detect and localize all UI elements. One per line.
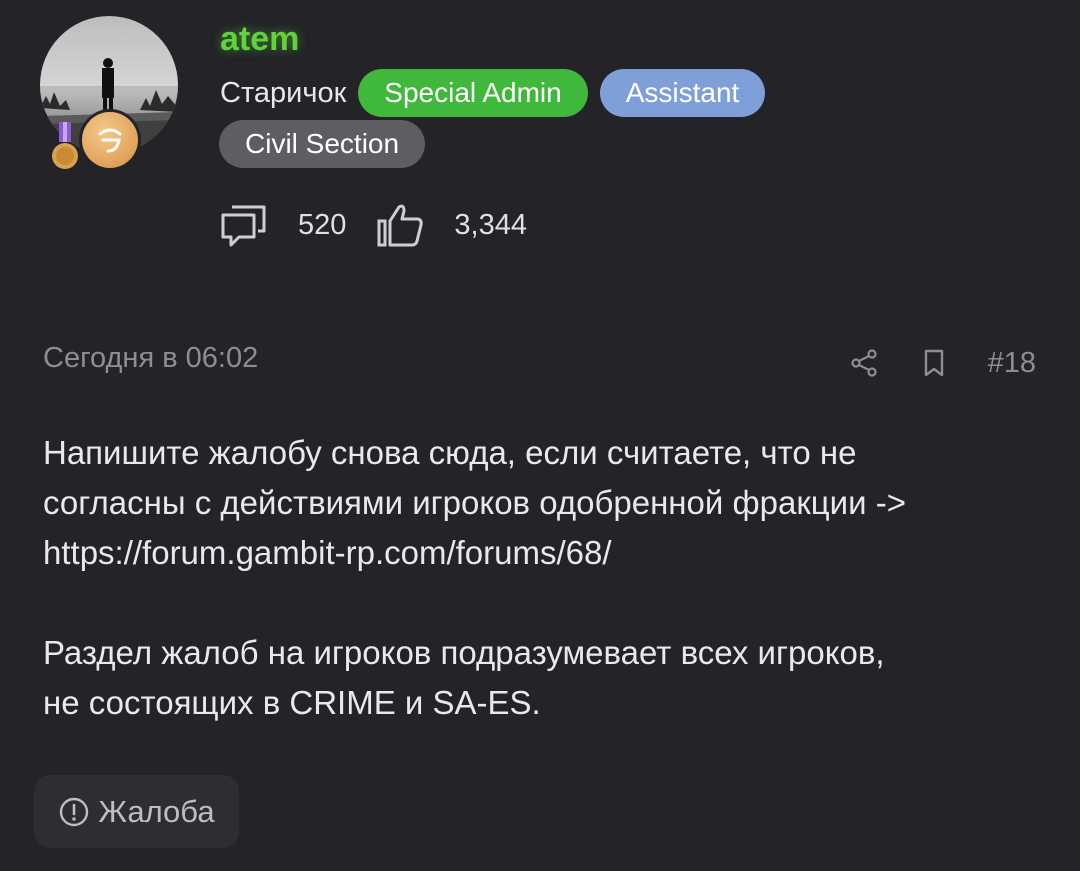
user-stats: 520 3,344: [218, 198, 527, 252]
forum-post: atem Старичок Special Admin Assistant Ci…: [0, 0, 1080, 871]
user-rank-title: Старичок: [220, 76, 347, 109]
avatar-block: [40, 16, 180, 169]
thumbs-up-icon: [374, 201, 426, 249]
gambit-logo-icon: [82, 112, 138, 168]
post-number[interactable]: #18: [988, 347, 1036, 380]
medal-icon: [50, 122, 80, 172]
bookmark-icon[interactable]: [922, 348, 946, 378]
post-actions: #18: [850, 338, 1036, 388]
alert-circle-icon: [58, 796, 90, 828]
report-label: Жалоба: [98, 793, 215, 829]
post-text-line: Напишите жалобу снова сюда, если считает…: [43, 434, 857, 471]
report-button[interactable]: Жалоба: [34, 775, 239, 848]
share-icon[interactable]: [850, 348, 880, 378]
messages-icon: [218, 201, 270, 249]
post-text-line: согласны с действиями игроков одобренной…: [43, 484, 906, 521]
messages-count: 520: [298, 208, 347, 241]
user-rank-row: Старичок Special Admin Assistant: [220, 68, 777, 118]
username[interactable]: atem: [220, 20, 299, 59]
post-text-line: Раздел жалоб на игроков подразумевает вс…: [43, 634, 885, 671]
forum-link[interactable]: https://forum.gambit-rp.com/forums/68/: [43, 534, 612, 571]
reactions-count: 3,344: [454, 208, 527, 241]
post-date[interactable]: Сегодня в 06:02: [43, 342, 258, 375]
user-badge-row: Civil Section: [219, 120, 437, 168]
post-content: Напишите жалобу снова сюда, если считает…: [43, 428, 1053, 728]
badge-assistant: Assistant: [599, 69, 766, 117]
badge-civil-section: Civil Section: [219, 120, 426, 168]
badge-special-admin: Special Admin: [358, 69, 588, 117]
post-text-line: не состоящих в CRIME и SA-ES.: [43, 684, 541, 721]
